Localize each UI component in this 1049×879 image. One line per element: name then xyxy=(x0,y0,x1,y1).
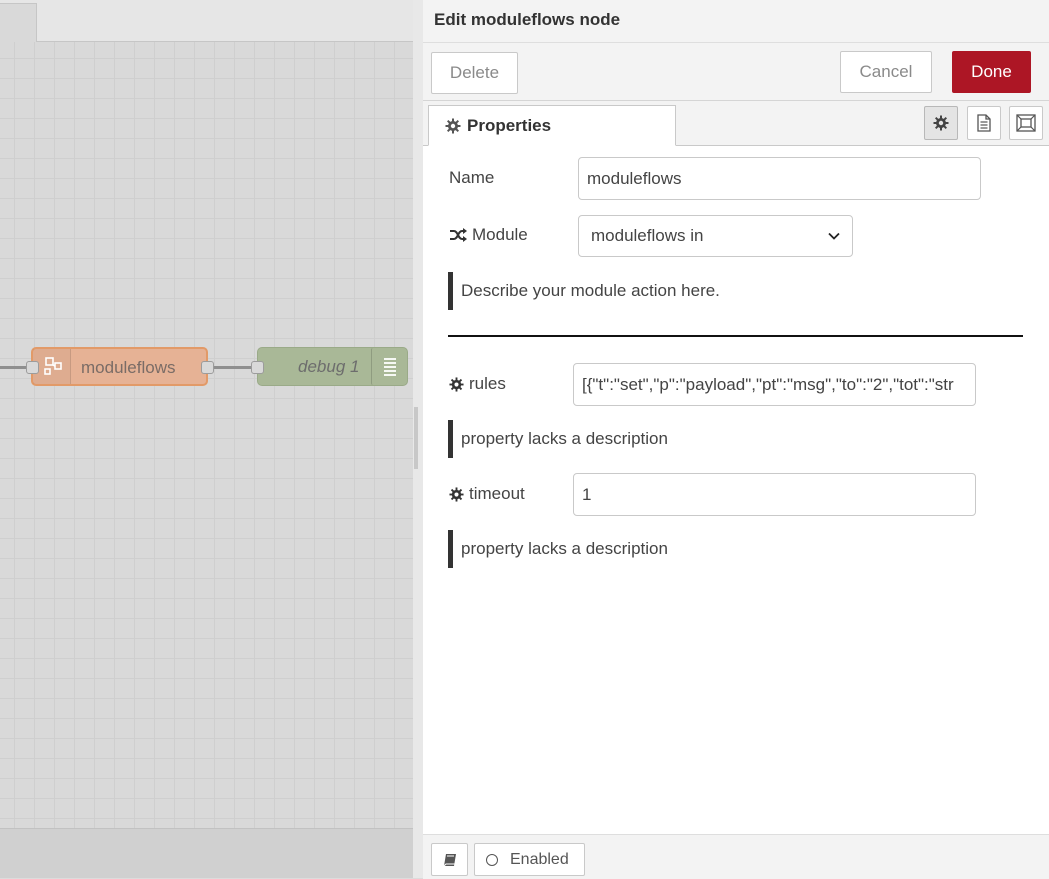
rules-description: property lacks a description xyxy=(448,420,668,458)
enabled-toggle[interactable]: Enabled xyxy=(474,843,585,876)
done-button[interactable]: Done xyxy=(952,51,1031,93)
tray-header: Edit moduleflows node xyxy=(423,0,1049,43)
resize-handle[interactable] xyxy=(414,407,418,469)
tab-appearance[interactable] xyxy=(1009,106,1043,140)
gear-icon xyxy=(449,486,464,502)
timeout-description: property lacks a description xyxy=(448,530,668,568)
timeout-label: timeout xyxy=(449,484,525,504)
workspace-grid[interactable] xyxy=(0,42,413,828)
rules-label: rules xyxy=(449,374,506,394)
gear-icon xyxy=(449,376,464,392)
list-icon[interactable] xyxy=(371,348,407,385)
workspace-canvas[interactable]: moduleflows debug 1 xyxy=(0,0,413,878)
rules-input[interactable]: [{"t":"set","p":"payload","pt":"msg","to… xyxy=(573,363,976,406)
tab-properties[interactable]: Properties xyxy=(428,105,676,146)
circle-icon xyxy=(486,853,498,866)
module-select[interactable]: moduleflows in xyxy=(578,215,853,257)
help-button[interactable] xyxy=(431,843,468,876)
rules-label-text: rules xyxy=(469,374,506,393)
tray-footer: Enabled xyxy=(423,834,1049,879)
module-description: Describe your module action here. xyxy=(448,272,720,310)
input-port[interactable] xyxy=(26,361,39,374)
tray-title: Edit moduleflows node xyxy=(434,10,621,29)
workspace-tab[interactable] xyxy=(0,3,37,42)
book-icon xyxy=(443,853,457,867)
debug-node[interactable]: debug 1 xyxy=(257,347,408,386)
node-label: debug 1 xyxy=(298,357,360,376)
tab-description[interactable] xyxy=(967,106,1001,140)
tab-node-properties[interactable] xyxy=(924,106,958,140)
module-select-value: moduleflows in xyxy=(591,226,704,245)
output-port[interactable] xyxy=(201,361,214,374)
gear-icon xyxy=(445,118,461,134)
timeout-input[interactable]: 1 xyxy=(573,473,976,516)
name-label: Name xyxy=(449,168,494,188)
module-label-text: Module xyxy=(472,225,528,244)
frame-icon xyxy=(1016,114,1036,132)
timeout-label-text: timeout xyxy=(469,484,525,503)
cancel-button[interactable]: Cancel xyxy=(840,51,932,93)
workspace-footer xyxy=(0,828,413,878)
chevron-down-icon xyxy=(828,232,840,240)
wire[interactable] xyxy=(208,366,257,369)
enabled-label: Enabled xyxy=(510,850,569,868)
tray-toolbar: Delete Cancel Done xyxy=(423,43,1049,101)
module-label: Module xyxy=(449,225,528,245)
shuffle-icon xyxy=(449,227,467,243)
workspace-tab-bar xyxy=(0,0,413,42)
delete-button[interactable]: Delete xyxy=(431,52,518,94)
moduleflows-node[interactable]: moduleflows xyxy=(31,347,208,386)
name-label-text: Name xyxy=(449,168,495,187)
name-input[interactable]: moduleflows xyxy=(578,157,981,200)
gear-icon xyxy=(933,115,949,131)
input-port[interactable] xyxy=(251,361,264,374)
section-divider xyxy=(448,335,1023,337)
tabs-row: Properties xyxy=(423,101,1049,146)
tab-label: Properties xyxy=(467,115,552,135)
node-label: moduleflows xyxy=(81,358,176,377)
edit-tray: Edit moduleflows node Delete Cancel Done… xyxy=(423,0,1049,879)
document-icon xyxy=(976,114,992,132)
